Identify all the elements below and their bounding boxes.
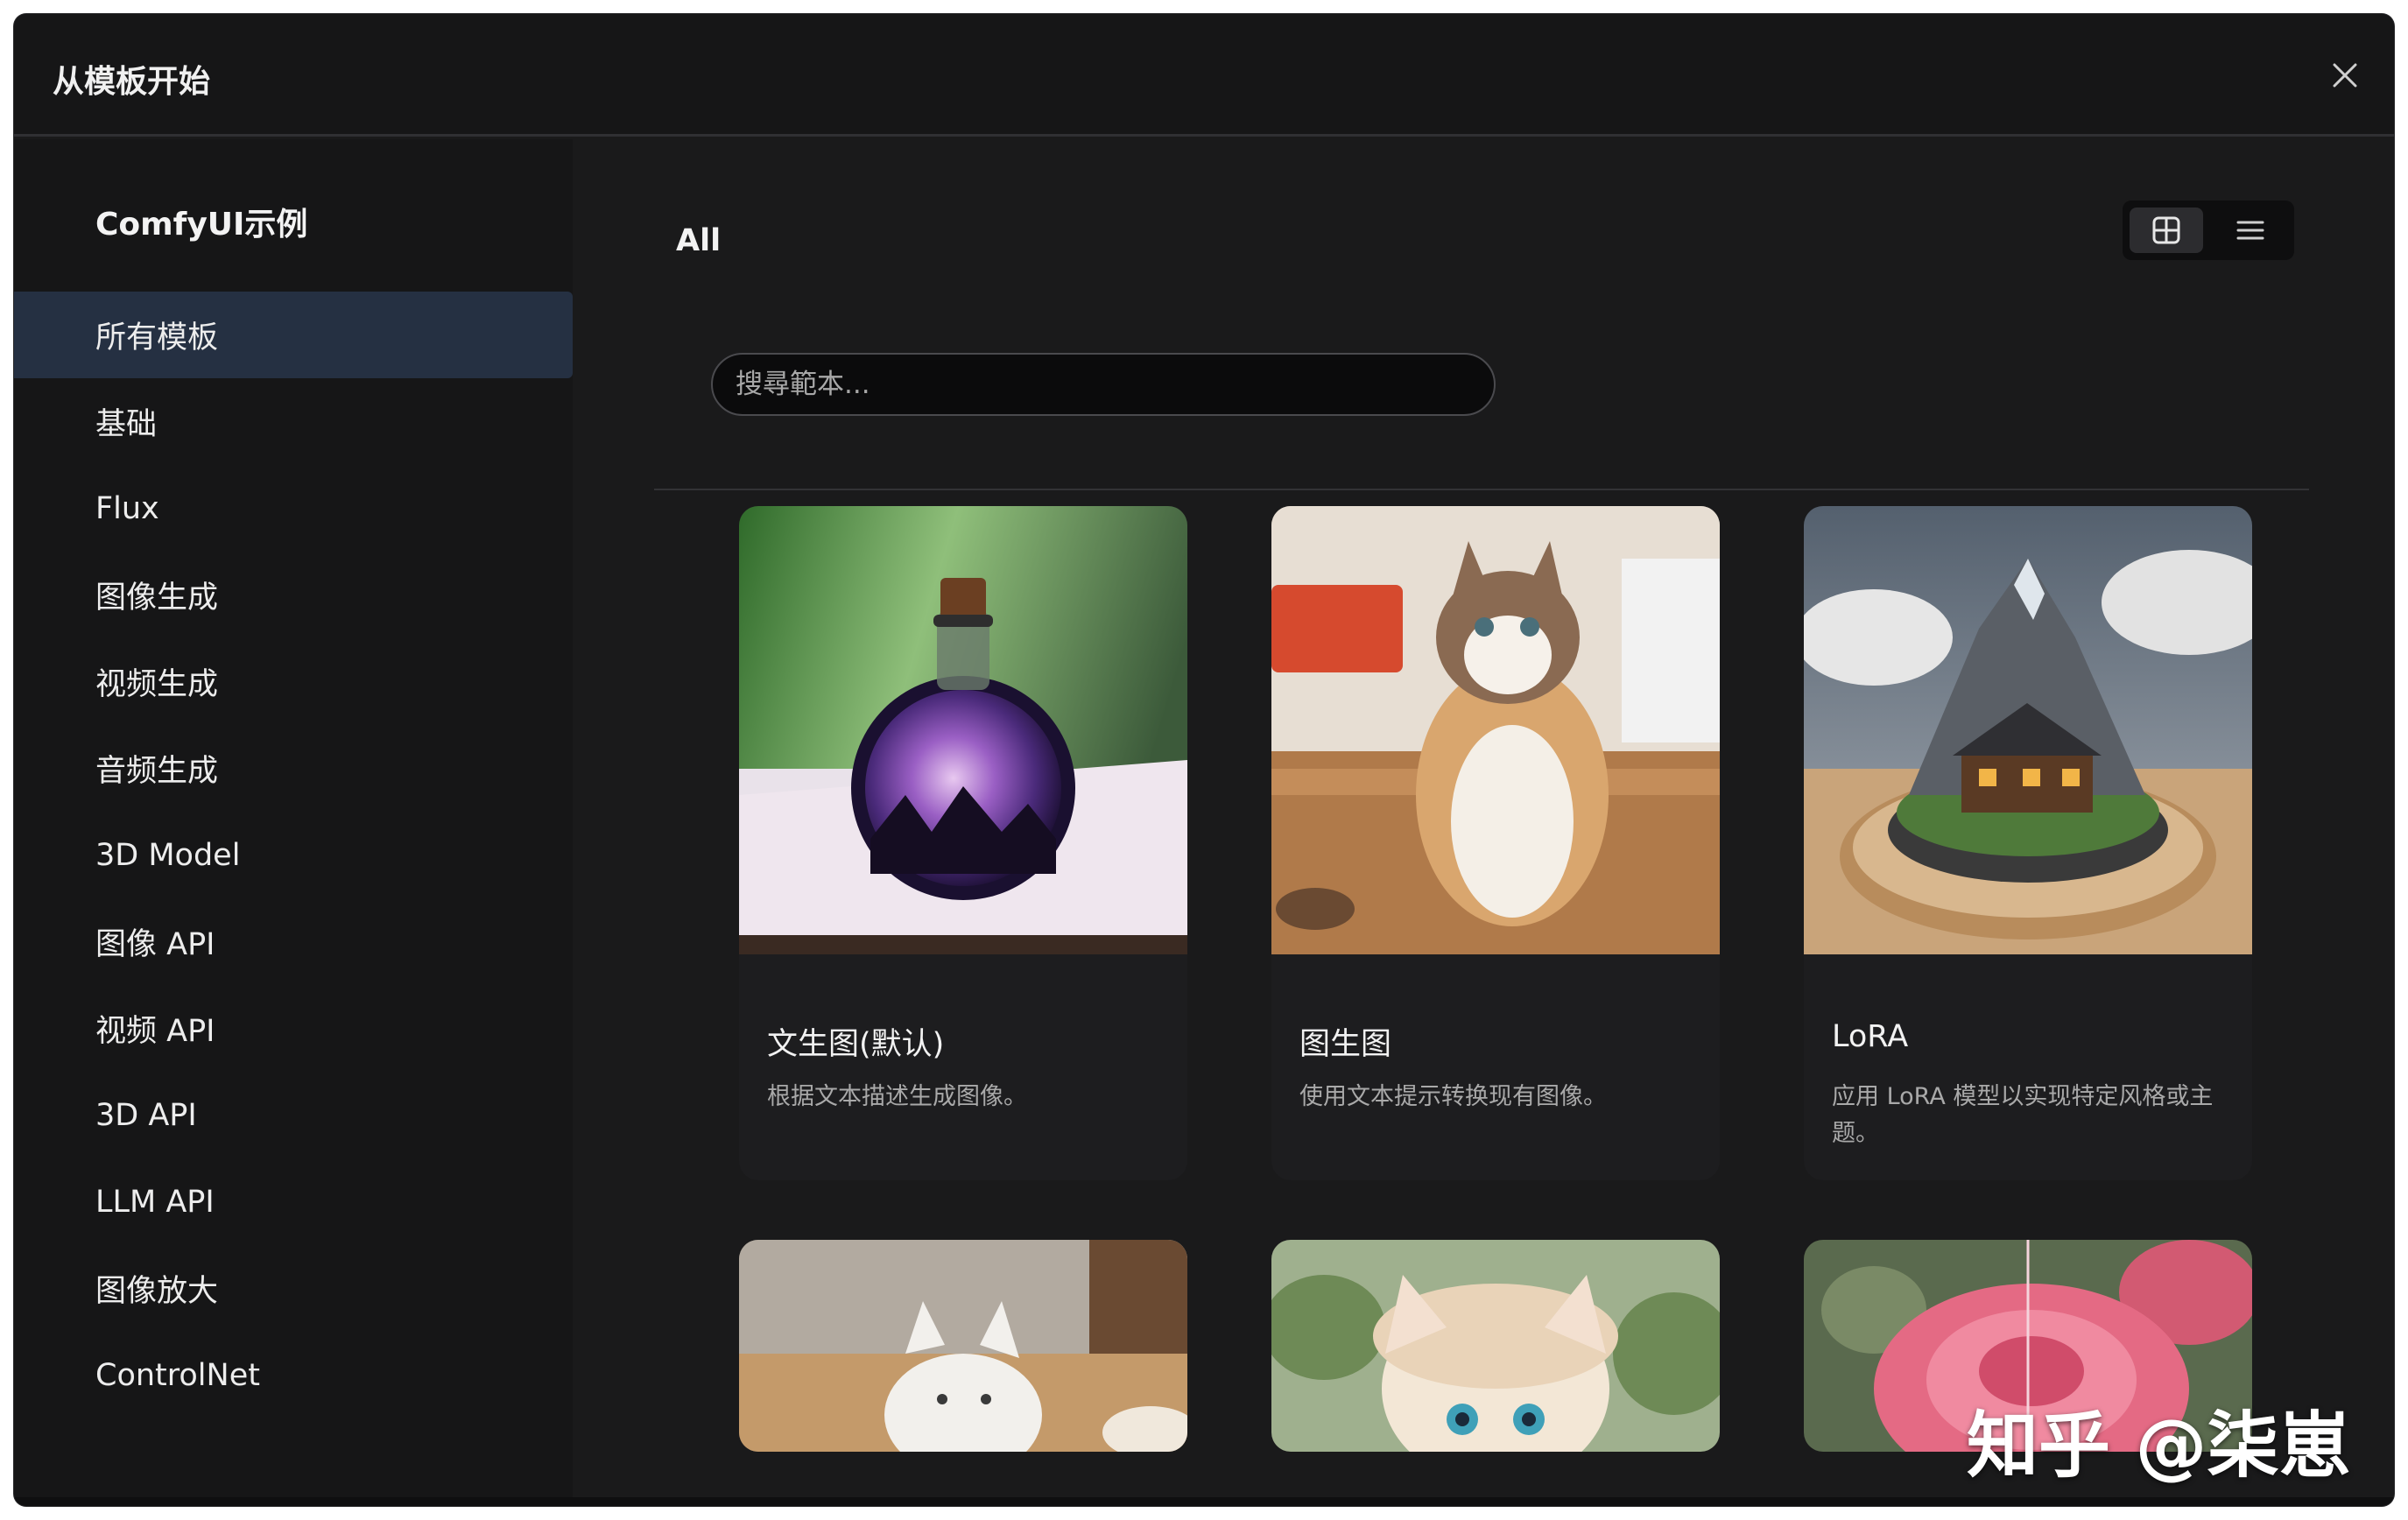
divider [654, 489, 2309, 490]
sidebar-item-3d-api[interactable]: 3D API [14, 1072, 573, 1158]
card-title: 图生图 [1299, 1027, 1392, 1062]
watermark: 知乎 @柒崽 [1967, 1404, 2351, 1488]
ceramic-cat-coffee-image [739, 1240, 1187, 1452]
dialog-title: 从模板开始 [53, 64, 211, 100]
sidebar-item-3d-model[interactable]: 3D Model [14, 812, 573, 898]
list-view-icon [2236, 221, 2264, 240]
sidebar-item-video-api[interactable]: 视频 API [14, 985, 573, 1072]
sidebar-item-image-generation[interactable]: 图像生成 [14, 552, 573, 638]
sidebar-title: ComfyUI示例 [95, 207, 308, 243]
card-description: 应用 LoRA 模型以实现特定风格或主题。 [1832, 1083, 2214, 1147]
template-dialog: 从模板开始 ComfyUI示例 所有模板 基础 Flux 图像生成 视频生成 音… [14, 14, 2394, 1506]
main-content: All 搜尋範本... 文生图(默认) 根据文本描述生成图像。 图生图 使用文本… [573, 139, 2394, 1506]
sidebar: ComfyUI示例 所有模板 基础 Flux 图像生成 视频生成 音频生成 3D… [14, 139, 573, 1506]
sidebar-item-llm-api[interactable]: LLM API [14, 1158, 573, 1245]
sidebar-item-audio-generation[interactable]: 音频生成 [14, 725, 573, 812]
grid-view-icon [2152, 216, 2180, 244]
view-toggle [2123, 201, 2294, 260]
sidebar-item-basic[interactable]: 基础 [14, 378, 573, 465]
category-title: All [676, 223, 722, 258]
sidebar-item-controlnet[interactable]: ControlNet [14, 1332, 573, 1418]
sidebar-item-image-upscale[interactable]: 图像放大 [14, 1245, 573, 1332]
bottom-bar [14, 1497, 2394, 1506]
potion-bottle-galaxy-image [739, 506, 1187, 954]
tabby-cat-image [1271, 506, 1720, 954]
close-icon [2333, 63, 2357, 88]
template-card-5[interactable] [1271, 1240, 1720, 1452]
template-card-image-to-image[interactable]: 图生图 使用文本提示转换现有图像。 [1271, 506, 1720, 1180]
sidebar-item-video-generation[interactable]: 视频生成 [14, 638, 573, 725]
card-description: 使用文本提示转换现有图像。 [1299, 1083, 1607, 1110]
card-title: LoRA [1832, 1019, 1909, 1054]
sidebar-item-all-templates[interactable]: 所有模板 [14, 292, 573, 378]
list-view-button[interactable] [2214, 208, 2287, 253]
card-description: 根据文本描述生成图像。 [767, 1083, 1027, 1110]
card-title: 文生图(默认) [767, 1027, 945, 1062]
dialog-header: 从模板开始 [14, 14, 2394, 137]
sidebar-item-image-api[interactable]: 图像 API [14, 898, 573, 985]
close-button[interactable] [2326, 56, 2364, 95]
sidebar-item-flux[interactable]: Flux [14, 465, 573, 552]
template-card-text-to-image[interactable]: 文生图(默认) 根据文本描述生成图像。 [739, 506, 1187, 1180]
template-card-lora[interactable]: LoRA 应用 LoRA 模型以实现特定风格或主题。 [1804, 506, 2252, 1180]
mountain-cabin-island-image [1804, 506, 2252, 954]
search-input[interactable] [711, 353, 1496, 416]
nav-list: 所有模板 基础 Flux 图像生成 视频生成 音频生成 3D Model 图像 … [14, 292, 573, 1418]
fluffy-kitten-bonnet-image [1271, 1240, 1720, 1452]
template-card-4[interactable] [739, 1240, 1187, 1452]
grid-view-button[interactable] [2130, 208, 2203, 253]
